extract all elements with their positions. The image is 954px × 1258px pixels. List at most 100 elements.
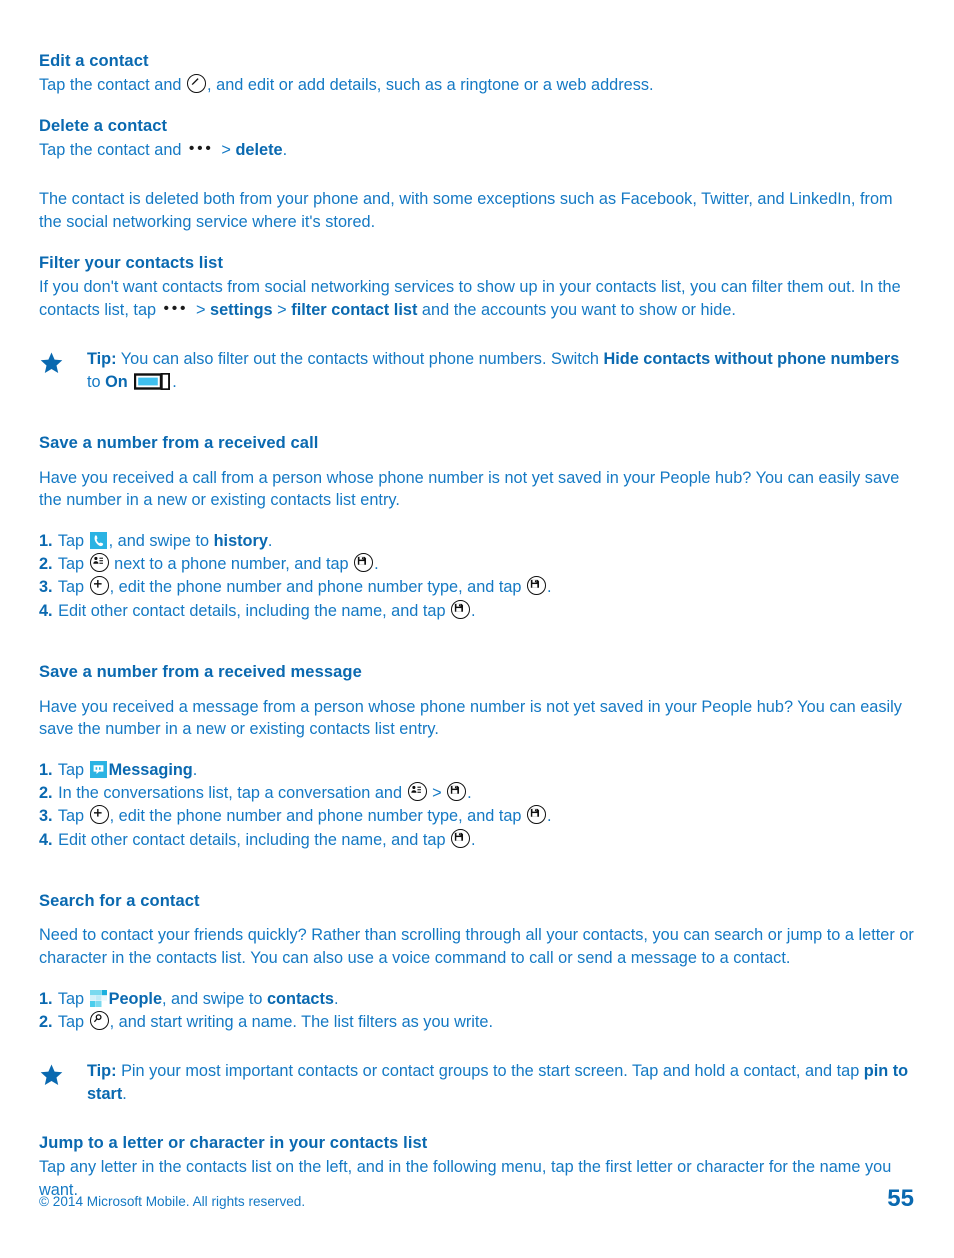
- star-icon: [39, 348, 71, 375]
- step-number: 4.: [39, 830, 53, 849]
- text-run: , and edit or add details, such as a rin…: [207, 75, 654, 94]
- save-circle-icon: [527, 576, 546, 596]
- text-run: Tap: [53, 532, 89, 551]
- text-run: >: [427, 784, 447, 803]
- page-number: 55: [887, 1185, 914, 1212]
- text-run: , and swipe to: [108, 532, 214, 551]
- search-circle-icon: [89, 1011, 109, 1031]
- bold-delete: delete: [235, 141, 283, 160]
- text-run: Edit other contact details, including th…: [53, 601, 451, 620]
- heading-jump-to-letter: Jump to a letter or character in your co…: [39, 1134, 428, 1152]
- save-circle-icon: [447, 782, 467, 802]
- text-run: .: [122, 1085, 127, 1104]
- text-run: Tap the contact and: [39, 75, 187, 94]
- tip-label: Tip:: [87, 350, 117, 369]
- toggle-switch-on-icon: [134, 372, 171, 390]
- step-number: 3.: [39, 807, 53, 826]
- step-number: 3.: [39, 578, 53, 597]
- text-run: , and start writing a name. The list fil…: [109, 1013, 493, 1032]
- text-run: .: [267, 532, 273, 551]
- bold-settings: settings: [210, 301, 273, 320]
- text-run: .: [467, 784, 472, 803]
- text-run: Edit other contact details, including th…: [53, 830, 451, 849]
- people-tile-icon: [89, 990, 107, 1008]
- paragraph-edit-a-contact: Tap the contact and , and edit or add de…: [39, 73, 914, 97]
- list-item: 2. Tap next to a phone number, and tap .: [39, 553, 914, 576]
- list-item: 2. Tap , and start writing a name. The l…: [39, 1011, 914, 1034]
- text-run: Tap: [53, 578, 89, 597]
- text-run: Tap: [53, 990, 89, 1009]
- list-item: 1. Tap People, and swipe to contacts.: [39, 988, 914, 1011]
- heading-filter-your-contacts-list: Filter your contacts list: [39, 253, 224, 272]
- star-icon: [39, 1060, 71, 1087]
- tip-pin-to-start: Tip: Pin your most important contacts or…: [39, 1060, 914, 1106]
- text-run: Tap: [53, 555, 89, 574]
- copyright-text: © 2014 Microsoft Mobile. All rights rese…: [39, 1194, 306, 1209]
- heading-save-number-received-message: Save a number from a received message: [39, 662, 362, 681]
- text-run: .: [192, 761, 198, 780]
- list-item: 3. Tap , edit the phone number and phone…: [39, 576, 914, 599]
- steps-search-contact: 1. Tap People, and swipe to contacts. 2.…: [39, 988, 914, 1034]
- text-run: .: [333, 990, 339, 1009]
- text-run: to: [87, 372, 106, 391]
- step-number: 2.: [39, 555, 53, 574]
- contact-card-circle-icon: [407, 782, 427, 802]
- list-item: 2. In the conversations list, tap a conv…: [39, 782, 914, 805]
- tip-text: Tip: Pin your most important contacts or…: [87, 1060, 914, 1106]
- paragraph-delete-result: The contact is deleted both from your ph…: [39, 190, 893, 231]
- paragraph-delete-a-contact: Tap the contact and ••• > delete.: [39, 138, 914, 162]
- text-run: >: [272, 301, 292, 320]
- bold-messaging: Messaging: [108, 761, 193, 780]
- save-circle-icon: [354, 553, 374, 573]
- text-run: and the accounts you want to show or hid…: [417, 301, 736, 320]
- more-ellipsis-icon: •••: [189, 140, 214, 158]
- text-run: .: [471, 601, 476, 620]
- page-footer: © 2014 Microsoft Mobile. All rights rese…: [39, 1185, 914, 1213]
- contact-card-circle-icon: [89, 553, 109, 573]
- save-circle-icon: [451, 828, 471, 848]
- text-run: , edit the phone number and phone number…: [109, 807, 526, 826]
- text-run: Tap: [53, 761, 89, 780]
- text-run: Tap: [53, 1013, 89, 1032]
- step-number: 2.: [39, 1013, 53, 1032]
- plus-circle-icon: [89, 576, 109, 596]
- tip-filter-contacts: Tip: You can also filter out the contact…: [39, 348, 914, 394]
- heading-save-number-received-call: Save a number from a received call: [39, 433, 319, 452]
- list-item: 4. Edit other contact details, including…: [39, 599, 914, 623]
- list-item: 3. Tap , edit the phone number and phone…: [39, 805, 914, 828]
- text-run: .: [471, 830, 476, 849]
- heading-delete-a-contact: Delete a contact: [39, 116, 168, 135]
- bold-on: On: [105, 372, 128, 391]
- text-run: Pin your most important contacts or cont…: [116, 1062, 864, 1081]
- text-run: .: [172, 372, 177, 391]
- paragraph-save-from-call: Have you received a call from a person w…: [39, 468, 900, 510]
- plus-circle-icon: [89, 805, 109, 825]
- step-number: 1.: [39, 532, 53, 551]
- bold-people: People: [108, 990, 162, 1009]
- text-run: .: [547, 578, 552, 597]
- step-number: 1.: [39, 761, 53, 780]
- document-page: Edit a contact Tap the contact and , and…: [0, 0, 954, 1258]
- tip-text: Tip: You can also filter out the contact…: [87, 348, 914, 394]
- step-number: 4.: [39, 601, 53, 620]
- phone-tile-icon: [89, 532, 107, 550]
- list-item: 4. Edit other contact details, including…: [39, 828, 914, 852]
- more-ellipsis-icon: •••: [163, 300, 189, 318]
- heading-edit-a-contact: Edit a contact: [39, 52, 149, 70]
- text-run: , edit the phone number and phone number…: [109, 578, 526, 597]
- text-run: next to a phone number, and tap: [109, 555, 354, 574]
- text-run: .: [547, 807, 552, 826]
- text-run: Tap: [53, 807, 89, 826]
- bold-contacts: contacts: [267, 990, 334, 1009]
- messaging-tile-icon: [89, 761, 107, 779]
